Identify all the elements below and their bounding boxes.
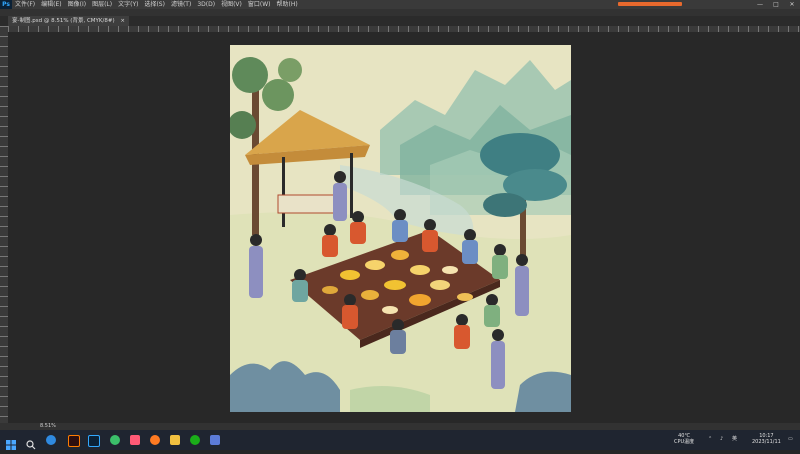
menu-edit[interactable]: 编辑(E) [38, 0, 64, 9]
document-tab-title: 宴-制图.psd @ 8.51% (背景, CMYK/8#) [12, 18, 115, 24]
folder-icon[interactable] [170, 435, 180, 445]
network-icon[interactable]: ⌃ [708, 436, 712, 442]
clock[interactable]: 10:17 2023/11/11 [752, 433, 781, 445]
menu-image[interactable]: 图像(I) [65, 0, 89, 9]
search-icon[interactable] [26, 435, 36, 450]
menu-type[interactable]: 文字(Y) [115, 0, 141, 9]
banquet-painting [230, 45, 571, 412]
photo-app-icon[interactable] [130, 435, 140, 445]
minimize-button[interactable]: — [752, 0, 768, 9]
document-tab[interactable]: 宴-制图.psd @ 8.51% (背景, CMYK/8#) × [8, 16, 129, 26]
menu-help[interactable]: 帮助(H) [274, 0, 301, 9]
menu-file[interactable]: 文件(F) [12, 0, 38, 9]
volume-icon[interactable]: ♪ [720, 436, 723, 442]
wechat-icon[interactable] [190, 435, 200, 445]
menu-view[interactable]: 视图(V) [218, 0, 245, 9]
firefox-icon[interactable] [150, 435, 160, 445]
photoshop-taskbar-icon[interactable] [88, 435, 100, 447]
zoom-level[interactable]: 8.51% [40, 423, 56, 430]
accent-indicator [618, 2, 682, 6]
clock-date: 2023/11/11 [752, 439, 781, 445]
windows-start-icon[interactable] [6, 435, 16, 450]
notification-icon[interactable]: ▭ [788, 436, 793, 442]
edge-browser-icon[interactable] [46, 435, 56, 445]
menu-3d[interactable]: 3D(D) [194, 0, 218, 9]
menu-window[interactable]: 窗口(W) [245, 0, 274, 9]
input-language[interactable]: 英 [732, 436, 737, 442]
window-controls: — □ ✕ [752, 0, 800, 9]
cpu-temp-label: CPU温度 [674, 439, 695, 445]
menu-select[interactable]: 选择(S) [141, 0, 168, 9]
status-bar: 8.51% [0, 423, 800, 430]
document-tab-bar: 宴-制图.psd @ 8.51% (背景, CMYK/8#) × [0, 16, 800, 26]
artboard-image[interactable] [230, 45, 571, 412]
tab-close-icon[interactable]: × [120, 18, 125, 24]
menu-filter[interactable]: 滤镜(T) [168, 0, 194, 9]
windows-taskbar: 40℃ CPU温度 ⌃ ♪ 英 10:17 2023/11/11 ▭ [0, 430, 800, 450]
vertical-ruler[interactable] [0, 26, 8, 430]
photoshop-logo-icon: Ps [0, 0, 12, 9]
close-button[interactable]: ✕ [784, 0, 800, 9]
app-icon[interactable] [210, 435, 220, 445]
maximize-button[interactable]: □ [768, 0, 784, 9]
illustrator-icon[interactable] [68, 435, 80, 447]
cpu-temp-widget[interactable]: 40℃ CPU温度 [674, 433, 694, 445]
menu-layer[interactable]: 图层(L) [89, 0, 115, 9]
chat-app-icon[interactable] [110, 435, 120, 445]
